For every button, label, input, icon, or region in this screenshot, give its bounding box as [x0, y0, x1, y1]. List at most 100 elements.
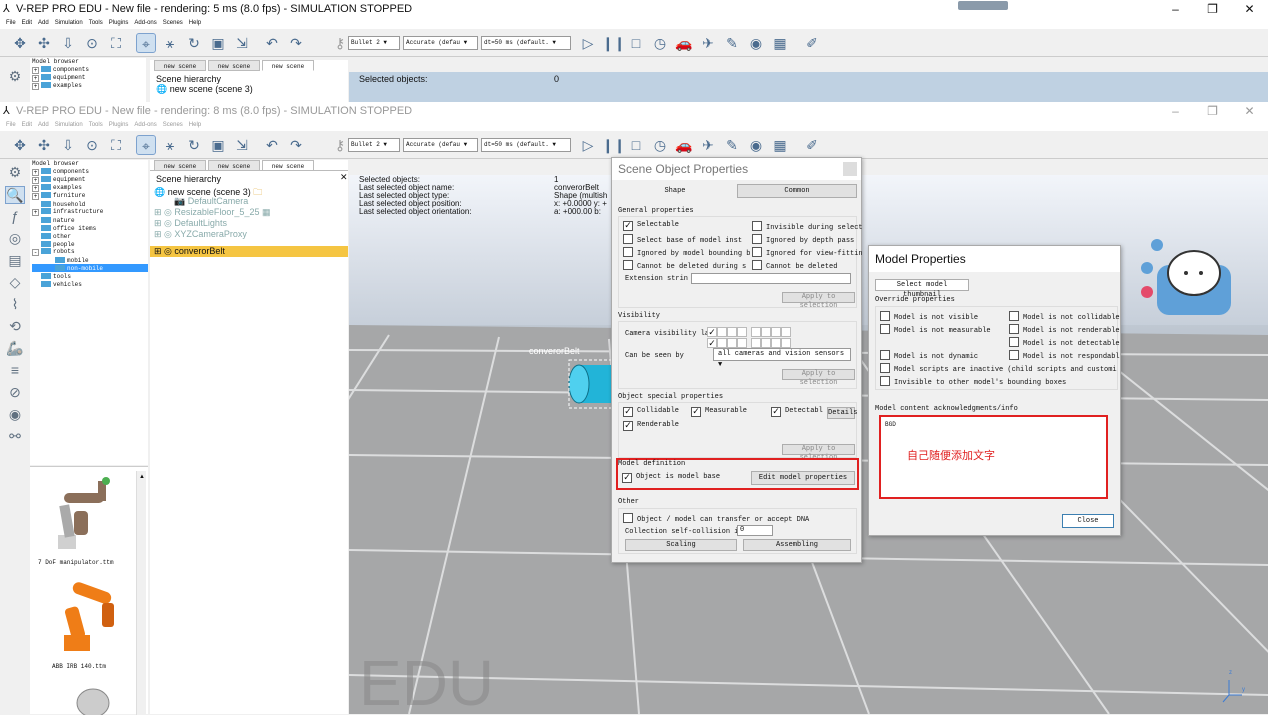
layer-cell[interactable] — [761, 338, 771, 348]
engine-select[interactable]: Bullet 2 ▼ — [348, 138, 400, 152]
menu-item[interactable]: Add-ons — [134, 18, 156, 29]
tree-item[interactable]: + examples — [32, 82, 146, 90]
expander-icon[interactable]: + — [32, 177, 39, 184]
car-icon[interactable]: 🚗 — [674, 135, 694, 155]
general-checkbox[interactable]: ✓ Selectable — [623, 221, 679, 231]
page-icon[interactable]: ▤ — [5, 252, 25, 270]
layer-cell[interactable] — [751, 338, 761, 348]
measurable-checkbox[interactable]: ✓ Measurable — [691, 407, 747, 417]
tree-item[interactable]: + components — [32, 66, 146, 74]
tab-scene[interactable]: new scene — [208, 60, 260, 71]
tree-item[interactable]: + components — [32, 168, 148, 176]
pause-icon[interactable]: ❙❙ — [602, 135, 625, 155]
layer-cell[interactable] — [717, 327, 727, 337]
general-checkbox[interactable]: Invisible during select — [752, 221, 863, 232]
tree-item[interactable]: office items — [32, 224, 148, 232]
undo-icon[interactable]: ↶ — [262, 135, 282, 155]
menu-item[interactable]: Help — [189, 18, 201, 29]
scrollbar[interactable]: ▲ — [136, 471, 146, 715]
menu-item[interactable]: Simulation — [55, 18, 83, 29]
grid-icon[interactable]: ▦ — [770, 135, 790, 155]
group-icon[interactable]: ▣ — [208, 135, 228, 155]
layer-cell[interactable]: ✓ — [707, 327, 717, 337]
menu-item[interactable]: Tools — [89, 120, 103, 131]
layer-cell[interactable] — [761, 327, 771, 337]
menu-item[interactable]: File — [6, 18, 16, 29]
redo-icon[interactable]: ↷ — [286, 33, 306, 53]
key-icon[interactable]: ⚷ — [330, 33, 350, 53]
close-icon[interactable]: ✕ — [1231, 102, 1268, 120]
layer-cell[interactable] — [781, 338, 791, 348]
layer-cell[interactable] — [771, 327, 781, 337]
abb-robot-thumbnail[interactable] — [50, 577, 130, 657]
play-icon[interactable]: ▷ — [578, 33, 598, 53]
layer-cell[interactable] — [717, 338, 727, 348]
sel-icon[interactable]: ⌖ — [136, 33, 156, 53]
menu-item[interactable]: Plugins — [109, 18, 129, 29]
layer-cell[interactable] — [751, 327, 761, 337]
fit-icon[interactable]: ⛶ — [106, 135, 126, 155]
apply-selection-button[interactable]: Apply to selection — [782, 444, 855, 462]
move-icon[interactable]: ✥ — [10, 135, 30, 155]
list-icon[interactable]: ≡ — [5, 362, 25, 380]
ack-textarea[interactable]: BGD 自己随便添加文字 — [879, 415, 1108, 499]
expander-icon[interactable]: + — [32, 193, 39, 200]
path-icon[interactable]: ⌇ — [5, 296, 25, 314]
fly-icon[interactable]: ✈ — [698, 135, 718, 155]
minimize-icon[interactable]: – — [1157, 0, 1194, 18]
override-checkbox[interactable]: Model is not renderable — [1009, 324, 1120, 335]
expander-icon[interactable]: + — [32, 169, 39, 176]
close-panel-icon[interactable]: ✕ — [340, 172, 348, 183]
tree-item[interactable]: nature — [32, 216, 148, 224]
down-icon[interactable]: ⇩ — [58, 135, 78, 155]
dna-checkbox[interactable]: Object / model can transfer or accept DN… — [623, 513, 809, 524]
override-checkbox[interactable]: Model is not collidable — [1009, 311, 1120, 322]
thread-icon[interactable]: ✎ — [722, 135, 742, 155]
cam-icon[interactable]: ⊙ — [82, 33, 102, 53]
close-icon[interactable]: ✕ — [1231, 0, 1268, 18]
override-checkbox[interactable]: Model is not measurable — [880, 324, 991, 335]
menu-item[interactable]: Plugins — [109, 120, 129, 131]
select-thumbnail-button[interactable]: Select model thumbnail — [875, 279, 969, 299]
layer-cell[interactable]: ✓ — [707, 338, 717, 348]
eye-icon[interactable]: ◉ — [746, 33, 766, 53]
tree-item-camera[interactable]: 📷 DefaultCamera — [174, 196, 248, 207]
search-icon[interactable]: 🔍 — [5, 186, 25, 204]
menu-item[interactable]: Tools — [89, 18, 103, 29]
menu-item[interactable]: Add — [38, 18, 49, 29]
apply-selection-button[interactable]: Apply to selection — [782, 369, 855, 387]
tree-item[interactable]: household — [32, 200, 148, 208]
group-icon[interactable]: ▣ — [208, 33, 228, 53]
general-checkbox[interactable]: Ignored by model bounding b — [623, 247, 750, 258]
key-icon[interactable]: ⚷ — [330, 135, 350, 155]
move-icon[interactable]: ✥ — [10, 33, 30, 53]
detectable-checkbox[interactable]: ✓ Detectabl — [771, 407, 823, 417]
down-icon[interactable]: ⇩ — [58, 33, 78, 53]
obj-icon[interactable]: ⚹ — [160, 33, 180, 53]
tree-item[interactable]: + equipment — [32, 176, 148, 184]
realtime-icon[interactable]: ◷ — [650, 135, 670, 155]
scene-tools-icon[interactable]: ⚙ — [5, 68, 25, 86]
menu-item[interactable]: Scenes — [163, 120, 183, 131]
rot-icon[interactable]: ↻ — [184, 135, 204, 155]
thread-icon[interactable]: ✎ — [722, 33, 742, 53]
layer-cell[interactable] — [737, 327, 747, 337]
tree-item[interactable]: mobile — [32, 256, 148, 264]
shift-icon[interactable]: ⇲ — [232, 33, 252, 53]
dt-select[interactable]: dt=50 ms (default. ▼ — [481, 36, 571, 50]
layer-cell[interactable] — [737, 338, 747, 348]
function-icon[interactable]: ƒ — [5, 208, 25, 226]
scene-tools-icon[interactable]: ⚙ — [5, 164, 25, 182]
fly-icon[interactable]: ✈ — [698, 33, 718, 53]
robot-thumbnail[interactable] — [68, 683, 118, 715]
accuracy-select[interactable]: Accurate (defau ▼ — [403, 138, 478, 152]
tree-item-lights[interactable]: ⊞ ◎ DefaultLights — [154, 218, 227, 229]
tree-item[interactable]: tools — [32, 272, 148, 280]
override-checkbox[interactable]: Model is not dynamic — [880, 350, 978, 361]
joint-icon[interactable]: ⟲ — [5, 318, 25, 336]
minimize-icon[interactable]: – — [1157, 102, 1194, 120]
rot-icon[interactable]: ↻ — [184, 33, 204, 53]
dynamics-icon[interactable]: ⚯ — [5, 428, 25, 446]
tab-shape[interactable]: Shape — [616, 184, 734, 198]
assembling-button[interactable]: Assembling — [743, 539, 851, 551]
